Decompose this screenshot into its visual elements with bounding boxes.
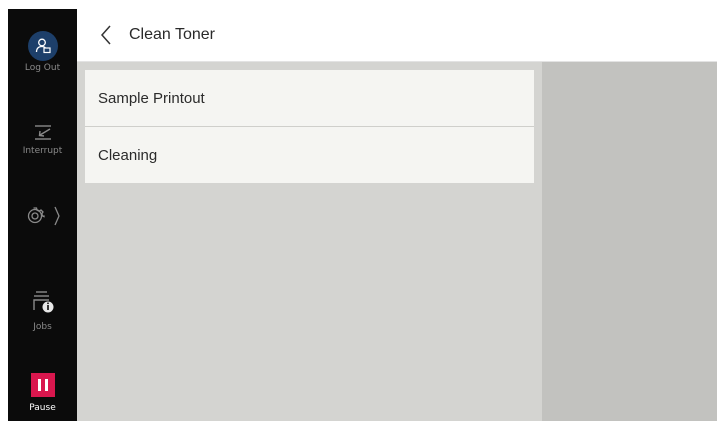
user-logout-icon xyxy=(27,31,58,61)
list-item-label: Cleaning xyxy=(98,146,158,164)
list-item-sample-printout[interactable]: Sample Printout xyxy=(85,70,534,127)
header-bar: Clean Toner xyxy=(77,9,717,62)
content-area: Sample Printout Cleaning xyxy=(77,62,542,421)
pause-button[interactable]: Pause xyxy=(8,373,77,413)
sidebar: Log Out Interrupt Jobs Pause xyxy=(8,9,77,421)
side-panel xyxy=(542,62,717,421)
interrupt-button[interactable]: Interrupt xyxy=(8,120,77,156)
clean-toner-screen: Log Out Interrupt Jobs Pause Clean Toner… xyxy=(0,0,717,421)
gear-icon xyxy=(21,203,65,229)
jobs-icon xyxy=(31,288,55,314)
pause-icon xyxy=(30,373,55,397)
back-button[interactable] xyxy=(91,15,121,55)
jobs-button[interactable]: Jobs xyxy=(8,288,77,332)
page-title: Clean Toner xyxy=(129,26,215,43)
interrupt-label: Interrupt xyxy=(22,146,63,156)
list-item-label: Sample Printout xyxy=(98,89,205,107)
pause-label: Pause xyxy=(29,403,56,413)
jobs-label: Jobs xyxy=(33,322,52,332)
chevron-left-icon xyxy=(100,25,111,45)
settings-button[interactable] xyxy=(8,203,77,229)
list-item-cleaning[interactable]: Cleaning xyxy=(85,127,534,183)
interrupt-icon xyxy=(31,120,55,144)
logout-button[interactable]: Log Out xyxy=(8,31,77,73)
logout-label: Log Out xyxy=(24,63,61,73)
